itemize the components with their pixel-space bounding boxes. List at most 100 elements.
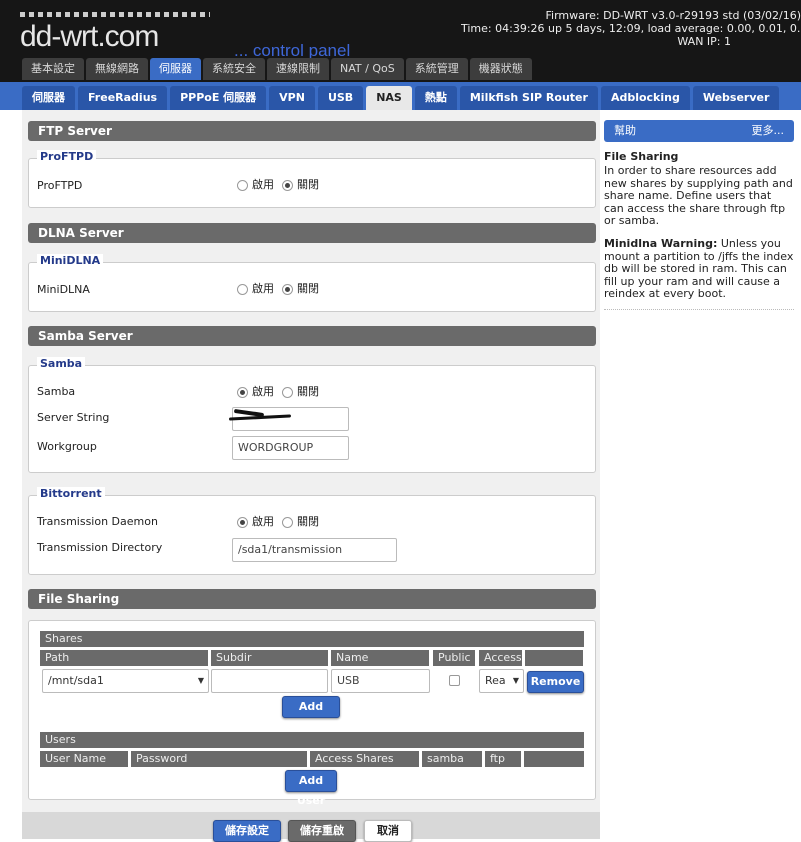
- path-select[interactable]: /mnt/sda1 ▼: [42, 669, 209, 693]
- filesharing-section-title: File Sharing: [28, 589, 596, 609]
- dlna-section-title: DLNA Server: [28, 223, 596, 243]
- transmission-radio-group: 啟用 關閉: [237, 512, 327, 532]
- tab-basic[interactable]: 基本設定: [22, 58, 84, 80]
- samba-radio-group: 啟用 關閉: [237, 382, 327, 402]
- wan-ip-text: WAN IP: 1: [677, 35, 731, 48]
- main-tabs: 基本設定 無線網路 伺服器 系統安全 速線限制 NAT / QoS 系統管理 機…: [22, 58, 534, 80]
- minidlna-enable-radio[interactable]: [237, 283, 248, 295]
- help-heading-minidlna: Minidlna Warning:: [604, 236, 718, 250]
- tab-status[interactable]: 機器狀態: [469, 58, 532, 80]
- logo: dd-wrt.com ... control panel: [20, 12, 350, 60]
- access-select[interactable]: Rea ▼: [479, 669, 524, 693]
- samba-section-title: Samba Server: [28, 326, 596, 346]
- footer-bar: 儲存設定 儲存重啟 取消: [22, 812, 600, 842]
- bittorrent-fieldset: Bittorrent Transmission Daemon 啟用 關閉 Tra…: [28, 487, 596, 575]
- help-more-link[interactable]: 更多...: [752, 120, 785, 142]
- filesharing-fieldset: Shares Path Subdir Name Public Access /m…: [28, 620, 596, 807]
- col-ftp: ftp: [485, 751, 521, 767]
- proftpd-disable-radio[interactable]: [282, 179, 293, 191]
- subtab-nas[interactable]: NAS: [366, 86, 412, 110]
- subtab-services[interactable]: 伺服器: [22, 86, 75, 110]
- subtab-adblocking[interactable]: Adblocking: [600, 86, 690, 110]
- help-divider: [604, 308, 794, 310]
- subtab-usb[interactable]: USB: [317, 86, 364, 110]
- col-path: Path: [40, 650, 208, 666]
- minidlna-legend: MiniDLNA: [37, 254, 104, 267]
- col-access-shares: Access Shares: [310, 751, 419, 767]
- tab-wireless[interactable]: 無線網路: [86, 58, 148, 80]
- subtab-vpn[interactable]: VPN: [269, 86, 315, 110]
- help-panel: 幫助 更多... File Sharing In order to share …: [604, 120, 794, 310]
- transmission-daemon-label: Transmission Daemon: [37, 515, 158, 528]
- col-access: Access: [479, 650, 522, 666]
- status-info: Firmware: DD-WRT v3.0-r29193 std (03/02/…: [461, 9, 801, 48]
- add-share-button[interactable]: Add Share: [282, 696, 340, 733]
- minidlna-fieldset: MiniDLNA MiniDLNA 啟用 關閉: [28, 254, 596, 312]
- uptime-text: Time: 04:39:26 up 5 days, 12:09, load av…: [461, 22, 801, 35]
- tab-security[interactable]: 系統安全: [203, 58, 265, 80]
- proftpd-label: ProFTPD: [37, 179, 83, 192]
- col-name: Name: [331, 650, 429, 666]
- subtab-pppoe[interactable]: PPPoE 伺服器: [170, 86, 267, 110]
- samba-legend: Samba: [37, 357, 86, 370]
- col-subdir: Subdir: [211, 650, 328, 666]
- minidlna-radio-group: 啟用 關閉: [237, 279, 327, 299]
- transmission-enable-radio[interactable]: [237, 516, 248, 528]
- users-header: Users: [40, 732, 584, 748]
- bittorrent-legend: Bittorrent: [37, 487, 105, 500]
- col-password: Password: [131, 751, 307, 767]
- col-public: Public: [433, 650, 475, 666]
- samba-enable-radio[interactable]: [237, 386, 248, 398]
- proftpd-enable-label: 啟用: [252, 178, 274, 191]
- subtab-freeradius[interactable]: FreeRadius: [78, 86, 168, 110]
- help-title: 幫助: [614, 124, 636, 137]
- tab-access[interactable]: 速線限制: [267, 58, 329, 80]
- help-header: 幫助 更多...: [604, 120, 794, 142]
- sub-tabs: 伺服器 FreeRadius PPPoE 伺服器 VPN USB NAS 熱點 …: [22, 86, 782, 110]
- server-string-label: Server String: [37, 411, 110, 424]
- subdir-input[interactable]: [211, 669, 328, 693]
- samba-disable-label: 關閉: [297, 385, 319, 398]
- transmission-directory-input[interactable]: /sda1/transmission: [232, 538, 397, 562]
- minidlna-enable-label: 啟用: [252, 282, 274, 295]
- proftpd-fieldset: ProFTPD ProFTPD 啟用 關閉: [28, 150, 596, 208]
- samba-label: Samba: [37, 385, 76, 398]
- tab-services[interactable]: 伺服器: [150, 58, 201, 80]
- firmware-text: Firmware: DD-WRT v3.0-r29193 std (03/02/…: [545, 9, 801, 22]
- chevron-down-icon: ▼: [512, 676, 519, 685]
- col-user-action: [524, 751, 584, 767]
- remove-share-button[interactable]: Remove: [527, 671, 584, 693]
- col-samba: samba: [422, 751, 482, 767]
- col-username: User Name: [40, 751, 128, 767]
- ftp-section-title: FTP Server: [28, 121, 596, 141]
- minidlna-disable-radio[interactable]: [282, 283, 293, 295]
- help-heading-file-sharing: File Sharing: [604, 150, 679, 163]
- proftpd-radio-group: 啟用 關閉: [237, 175, 327, 195]
- subtab-hotspot[interactable]: 熱點: [414, 86, 457, 110]
- tab-nat-qos[interactable]: NAT / QoS: [331, 58, 404, 80]
- add-user-button[interactable]: Add User: [285, 770, 337, 807]
- subtab-milkfish[interactable]: Milkfish SIP Router: [459, 86, 598, 110]
- transmission-disable-radio[interactable]: [282, 516, 293, 528]
- workgroup-input[interactable]: WORDGROUP: [232, 436, 349, 460]
- workgroup-label: Workgroup: [37, 440, 97, 453]
- samba-fieldset: Samba Samba 啟用 關閉 Server String Workgrou…: [28, 357, 596, 473]
- samba-disable-radio[interactable]: [282, 386, 293, 398]
- transmission-enable-label: 啟用: [252, 515, 274, 528]
- minidlna-disable-label: 關閉: [297, 282, 319, 295]
- chevron-down-icon: ▼: [197, 676, 204, 685]
- minidlna-label: MiniDLNA: [37, 283, 90, 296]
- transmission-directory-label: Transmission Directory: [37, 541, 163, 554]
- col-action: [525, 650, 583, 666]
- proftpd-legend: ProFTPD: [37, 150, 97, 163]
- proftpd-disable-label: 關閉: [297, 178, 319, 191]
- proftpd-enable-radio[interactable]: [237, 179, 248, 191]
- tab-admin[interactable]: 系統管理: [405, 58, 468, 80]
- share-name-input[interactable]: USB: [331, 669, 430, 693]
- samba-enable-label: 啟用: [252, 385, 274, 398]
- public-checkbox[interactable]: [449, 675, 460, 686]
- subtab-webserver[interactable]: Webserver: [692, 86, 780, 110]
- main-panel: FTP Server ProFTPD ProFTPD 啟用 關閉 DLNA Se…: [22, 110, 600, 839]
- help-text-file-sharing: In order to share resources add new shar…: [604, 164, 793, 228]
- shares-header: Shares: [40, 631, 584, 647]
